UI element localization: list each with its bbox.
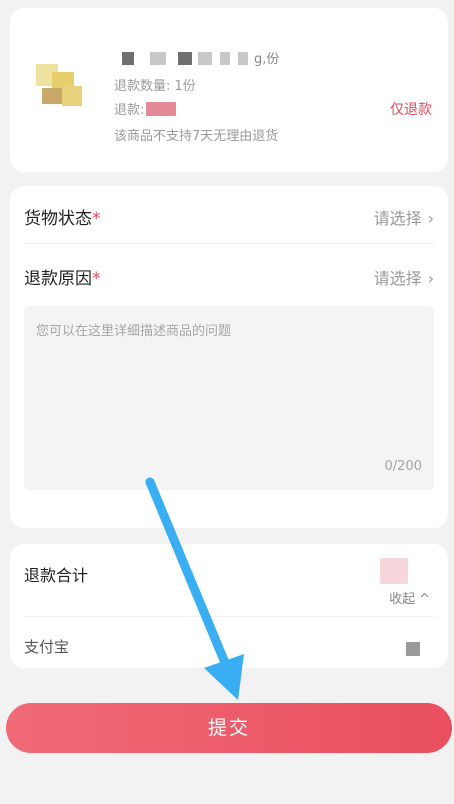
- refund-amount-blurred: [146, 102, 177, 116]
- refund-form-card: 货物状态* 请选择 › 退款原因* 请选择 › 您可以在这里详细描述商品的问题 0/…: [10, 186, 448, 528]
- product-name-blurred: g,份: [114, 48, 394, 68]
- character-counter: 0/200: [384, 459, 422, 474]
- refund-total-blurred: [380, 558, 408, 584]
- product-card: g,份 退款数量: 1份 退款: 该商品不支持7天无理由退货 仅退款: [10, 8, 448, 172]
- refund-reason-select[interactable]: 请选择 ›: [374, 265, 434, 289]
- problem-description-input[interactable]: 您可以在这里详细描述商品的问题 0/200: [24, 306, 434, 490]
- goods-status-select[interactable]: 请选择 ›: [374, 205, 434, 229]
- refund-reason-row[interactable]: 退款原因* 请选择 ›: [24, 246, 434, 304]
- chevron-up-icon: ^: [419, 592, 430, 607]
- refund-type-label: 仅退款: [390, 102, 432, 118]
- required-mark: *: [92, 209, 101, 229]
- payment-amount-blurred: [406, 642, 420, 656]
- refund-amount-label: 退款:: [114, 103, 145, 118]
- goods-status-label: 货物状态: [24, 209, 92, 229]
- refund-amount: 退款:: [114, 99, 177, 118]
- submit-button[interactable]: 提交: [6, 703, 452, 753]
- payment-method-label: 支付宝: [24, 638, 70, 656]
- refund-summary-card: 退款合计 收起 ^ 支付宝: [10, 544, 448, 668]
- product-thumbnail: [32, 60, 88, 116]
- refund-total-label: 退款合计: [24, 566, 89, 585]
- description-placeholder: 您可以在这里详细描述商品的问题: [36, 324, 232, 339]
- refund-reason-label: 退款原因: [24, 269, 92, 289]
- divider: [24, 616, 434, 617]
- chevron-right-icon: ›: [427, 269, 434, 288]
- refund-quantity: 退款数量: 1份: [114, 79, 196, 94]
- goods-status-row[interactable]: 货物状态* 请选择 ›: [24, 186, 434, 244]
- required-mark: *: [92, 269, 101, 289]
- product-name-suffix: g,份: [254, 52, 280, 67]
- refund-request-page: g,份 退款数量: 1份 退款: 该商品不支持7天无理由退货 仅退款 货物状态*…: [0, 0, 454, 804]
- chevron-right-icon: ›: [427, 209, 434, 228]
- collapse-toggle[interactable]: 收起 ^: [389, 588, 430, 607]
- return-policy-note: 该商品不支持7天无理由退货: [114, 129, 279, 144]
